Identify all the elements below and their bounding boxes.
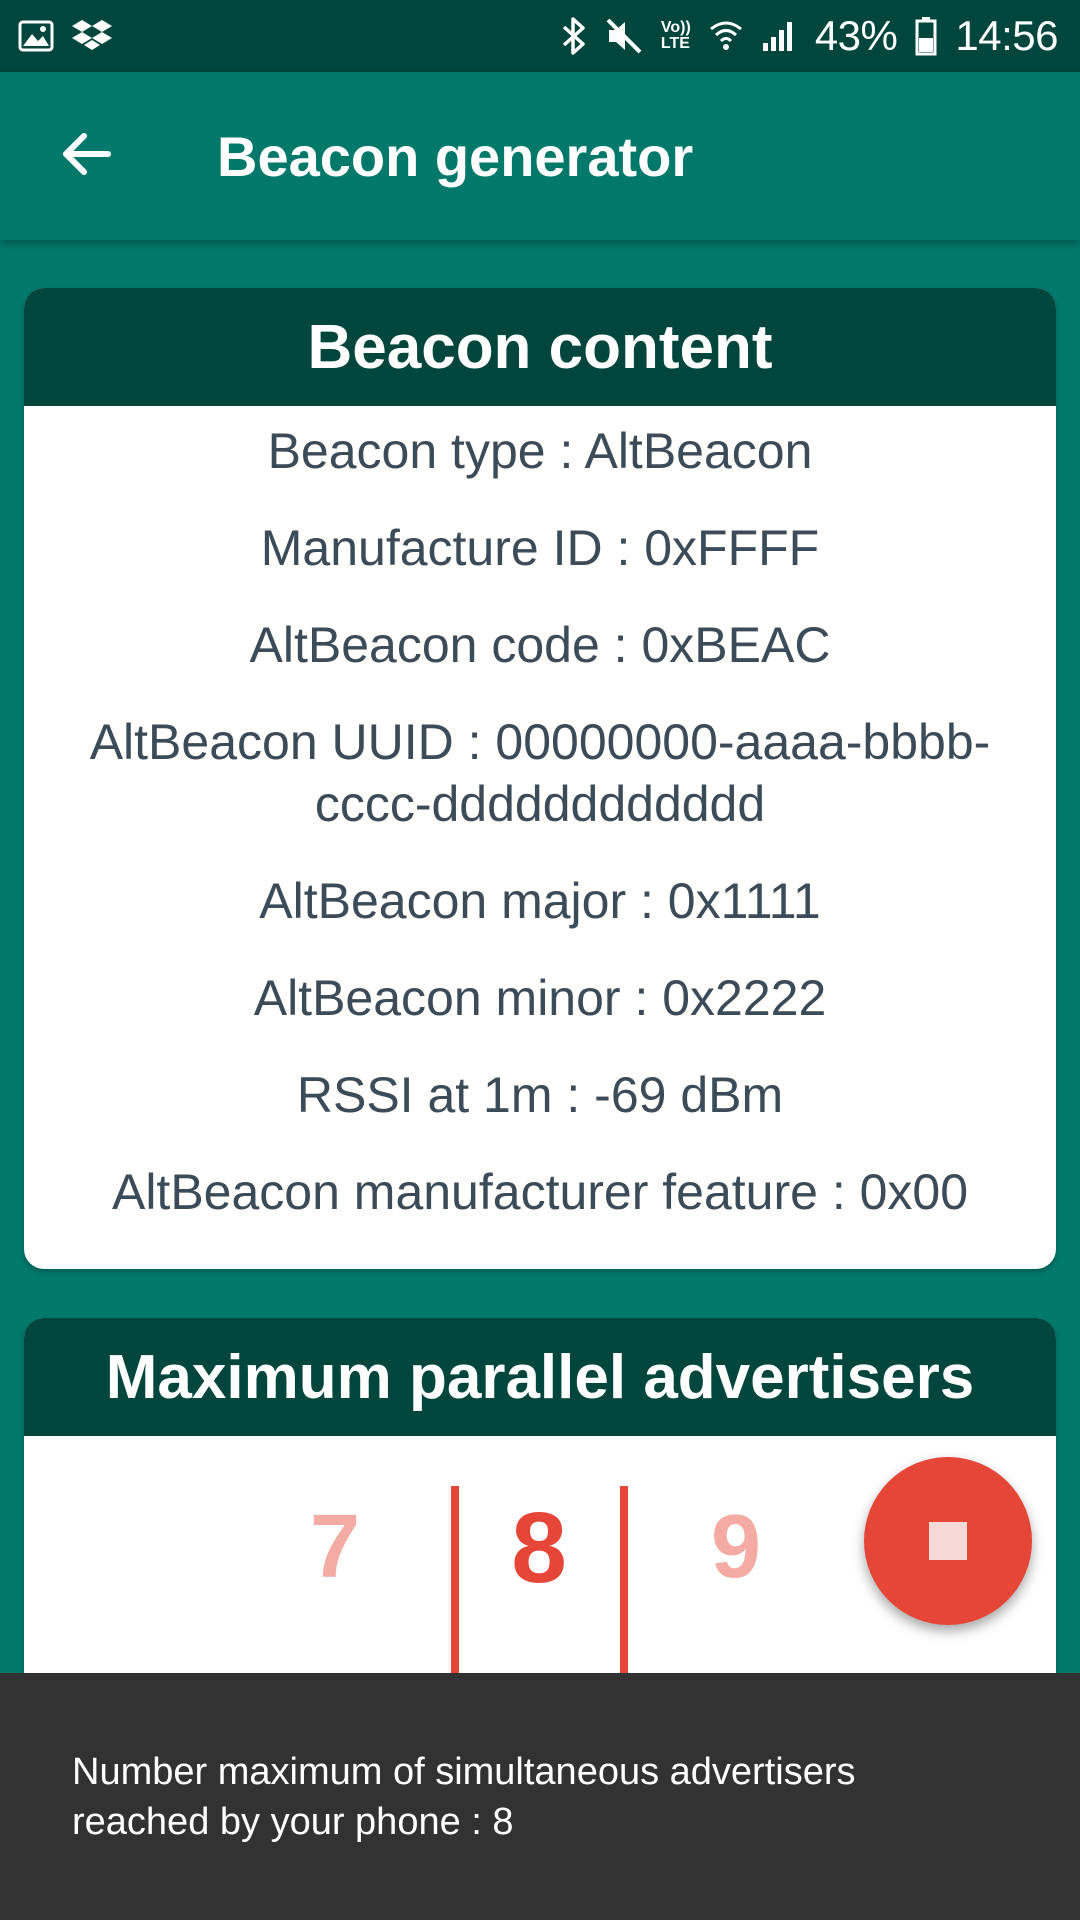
battery-icon [915,14,937,58]
wifi-icon [709,14,743,58]
signal-icon [761,14,797,58]
bluetooth-icon [561,14,587,58]
snackbar: Number maximum of simultaneous advertise… [0,1673,1080,1920]
clock: 14:56 [955,12,1058,59]
advertisers-header: Maximum parallel advertisers [24,1318,1056,1436]
manufacturer-feature-line: AltBeacon manufacturer feature : 0x00 [111,1164,969,1220]
gallery-icon [18,14,54,58]
dropbox-icon [72,14,112,58]
altbeacon-code-line: AltBeacon code : 0xBEAC [249,617,831,673]
network-type-label: Vo)) LTE [660,19,691,52]
picker-selected-value[interactable]: 8 [479,1491,599,1606]
manufacture-id-line: Manufacture ID : 0xFFFF [260,520,820,576]
altbeacon-uuid-line: AltBeacon UUID : 00000000-aaaa-bbbb-cccc… [89,714,991,832]
page-title: Beacon generator [217,125,694,188]
beacon-content-list: Beacon type : AltBeacon Manufacture ID :… [24,406,1056,1223]
beacon-content-card: Beacon content Beacon type : AltBeacon M… [24,288,1056,1269]
snackbar-message: Number maximum of simultaneous advertise… [72,1750,856,1843]
arrow-back-icon [60,130,112,183]
status-bar-right: Vo)) LTE 43% 14:56 [561,12,1058,60]
battery-percent: 43% [814,12,898,59]
beacon-type-line: Beacon type : AltBeacon [267,423,813,479]
picker-next-value[interactable]: 9 [676,1496,796,1599]
rssi-line: RSSI at 1m : -69 dBm [296,1067,784,1123]
mute-icon [605,14,643,58]
beacon-content-header: Beacon content [24,288,1056,406]
app-bar: Beacon generator [0,72,1080,240]
altbeacon-major-line: AltBeacon major : 0x1111 [259,873,821,929]
stop-button[interactable] [864,1457,1032,1625]
picker-previous-value[interactable]: 7 [275,1496,395,1599]
status-bar-left [18,14,112,58]
back-button[interactable] [44,114,128,198]
stop-icon [929,1522,967,1560]
screen: Vo)) LTE 43% 14:56 Beacon generator Beac… [0,0,1080,1920]
status-bar: Vo)) LTE 43% 14:56 [0,0,1080,72]
altbeacon-minor-line: AltBeacon minor : 0x2222 [253,970,827,1026]
